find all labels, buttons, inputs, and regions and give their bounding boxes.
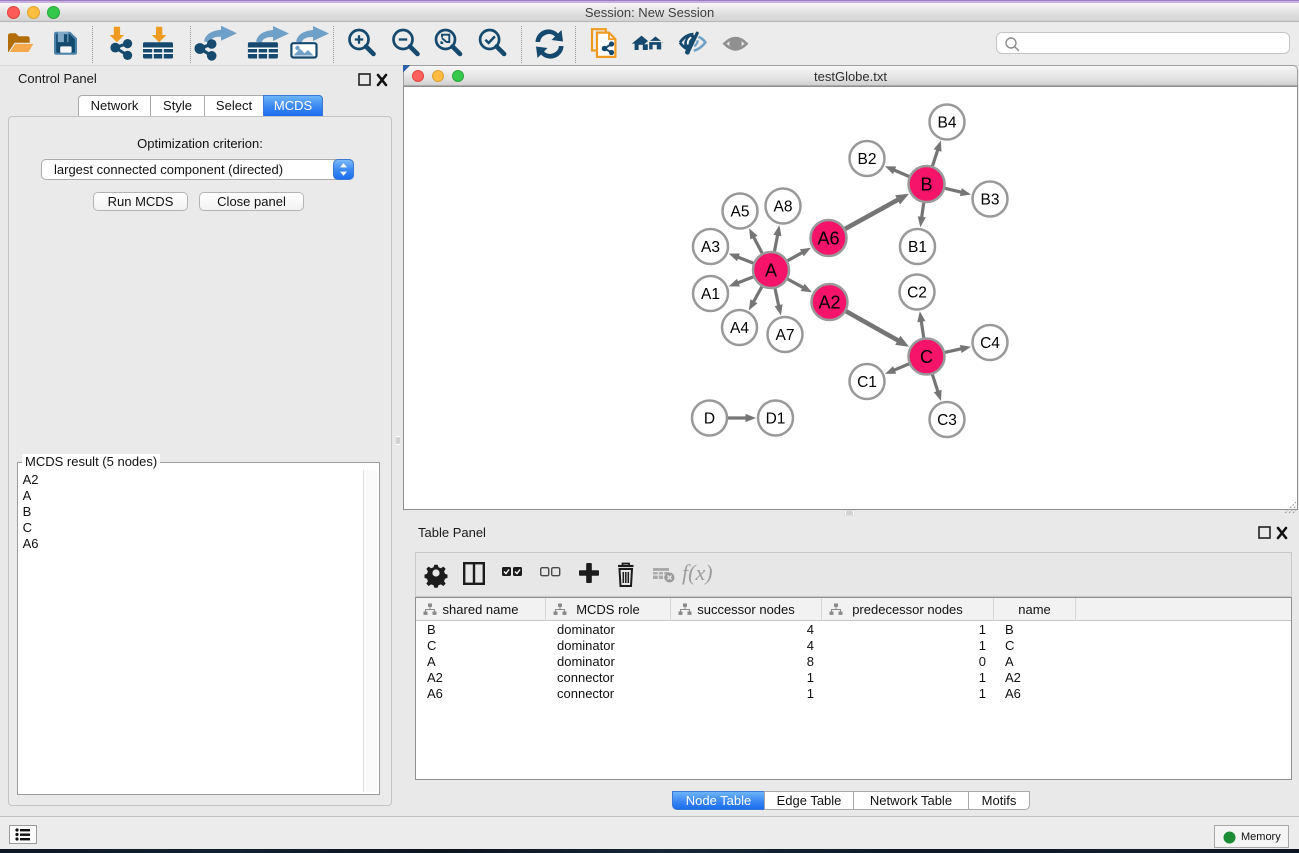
svg-text:C2: C2 [907, 284, 927, 301]
svg-text:B2: B2 [858, 151, 877, 168]
svg-text:A5: A5 [731, 203, 750, 220]
svg-text:A7: A7 [776, 327, 795, 344]
svg-text:B3: B3 [981, 191, 1000, 208]
svg-text:f(x): f(x) [682, 560, 713, 585]
svg-text:B1: B1 [908, 239, 927, 256]
svg-text:A1: A1 [701, 286, 720, 303]
svg-text:D1: D1 [766, 410, 786, 427]
svg-text:C: C [920, 347, 933, 367]
svg-text:C1: C1 [857, 374, 877, 391]
svg-text:A8: A8 [774, 198, 793, 215]
svg-text:B4: B4 [938, 114, 957, 131]
svg-text:C3: C3 [937, 412, 957, 429]
svg-text:A3: A3 [701, 239, 720, 256]
svg-text:A: A [765, 260, 777, 280]
svg-text:D: D [704, 410, 715, 427]
svg-text:A4: A4 [730, 320, 749, 337]
svg-text:B: B [920, 174, 932, 194]
svg-text:A2: A2 [818, 292, 840, 312]
svg-text:A6: A6 [817, 228, 839, 248]
svg-text:C4: C4 [980, 335, 1000, 352]
